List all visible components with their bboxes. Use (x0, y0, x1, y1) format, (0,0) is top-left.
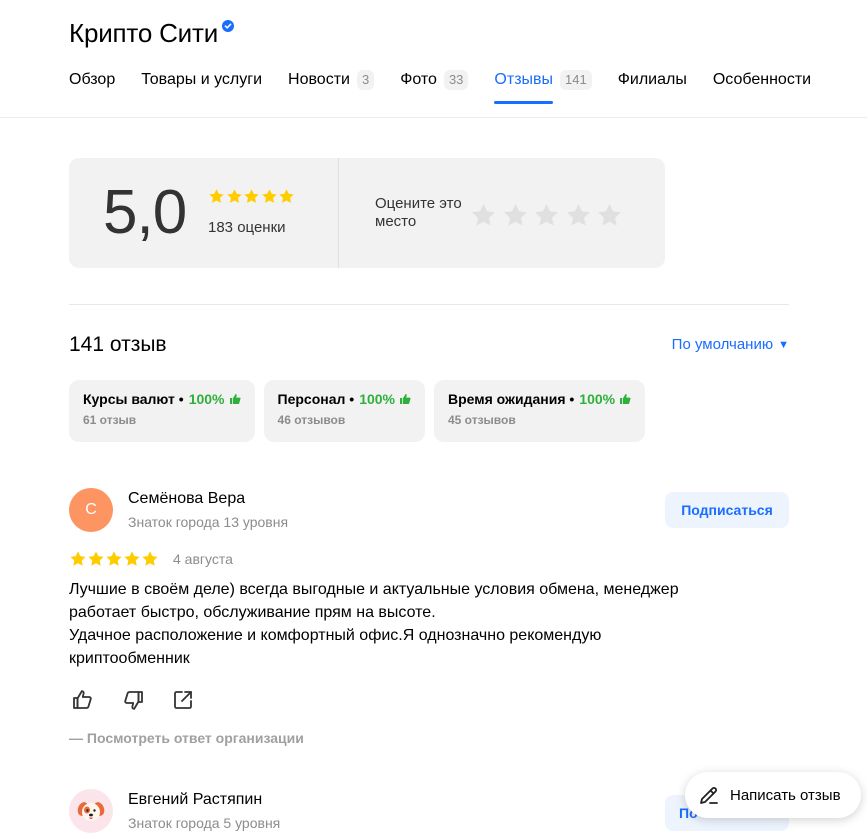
like-icon[interactable] (71, 688, 95, 712)
tab-features[interactable]: Особенности (713, 66, 811, 94)
reviewer-level: Знаток города 5 уровня (128, 815, 281, 831)
avatar[interactable]: С (69, 488, 113, 532)
rating-summary-card: 5,0 183 оценки Оцените это место (69, 158, 665, 268)
tab-count-badge: 3 (356, 70, 375, 90)
caret-down-icon: ▼ (778, 338, 789, 351)
review-stars (69, 550, 159, 568)
rating-stars (208, 188, 296, 205)
rate-prompt: Оцените это место (375, 195, 462, 230)
aspect-chip-rates[interactable]: Курсы валют • 100% 61 отзыв (69, 380, 255, 442)
page-title: Крипто Сити (69, 18, 219, 48)
review-text-line: работает быстро, обслуживание прям на вы… (69, 604, 436, 621)
reviewer-level: Знаток города 13 уровня (128, 514, 289, 530)
tab-branches[interactable]: Филиалы (618, 66, 687, 94)
tab-label: Фото (400, 71, 437, 88)
star-icon (261, 189, 277, 203)
dislike-icon[interactable] (121, 688, 145, 712)
thumb-up-icon (229, 394, 241, 404)
tab-bar: Обзор Товары и услуги Новости 3 Фото 33 … (69, 66, 837, 104)
rating-value: 5,0 (103, 178, 187, 247)
empty-star-icon[interactable] (596, 202, 623, 229)
avatar[interactable] (69, 789, 113, 833)
page-header: Крипто Сити (69, 16, 235, 50)
aspect-count: 45 отзывов (448, 413, 516, 427)
star-icon (244, 189, 259, 203)
aspect-percent: 100% (579, 391, 616, 407)
tab-overview[interactable]: Обзор (69, 66, 115, 94)
view-org-reply-link[interactable]: — Посмотреть ответ организации (69, 730, 304, 746)
tab-count-badge: 141 (560, 70, 592, 90)
star-icon (124, 551, 140, 566)
empty-star-icon[interactable] (502, 202, 529, 229)
review-text-line: криптообменник (69, 650, 190, 667)
aspect-percent: 100% (359, 391, 395, 407)
section-divider (69, 304, 789, 305)
tab-reviews[interactable]: Отзывы 141 (494, 66, 592, 104)
aspect-percent: 100% (188, 391, 225, 407)
tab-label: Отзывы (494, 71, 554, 88)
bullet: • (345, 391, 355, 407)
reviewer-name[interactable]: Евгений Растяпин (128, 791, 262, 809)
card-divider (338, 158, 339, 268)
empty-star-icon[interactable] (565, 202, 592, 229)
review-actions (71, 688, 221, 712)
tab-label: Обзор (69, 71, 116, 88)
tab-news[interactable]: Новости 3 (288, 66, 375, 94)
write-review-button[interactable]: Написать отзыв (685, 772, 861, 818)
star-icon (88, 551, 104, 566)
aspect-filters: Курсы валют • 100% 61 отзыв Персонал • 1… (69, 380, 654, 442)
thumb-up-icon (400, 394, 411, 404)
star-icon (209, 189, 224, 203)
review-text: Лучшие в своём деле) всегда выгодные и а… (69, 578, 789, 670)
puppy-avatar-icon (77, 802, 105, 821)
thumb-up-icon (620, 394, 631, 404)
tab-label: Новости (288, 71, 350, 88)
sort-dropdown[interactable]: По умолчанию ▼ (672, 336, 789, 353)
sort-label: По умолчанию (671, 336, 774, 353)
tab-label: Филиалы (617, 71, 687, 88)
reviews-count-title: 141 отзыв (69, 333, 167, 356)
aspect-count: 46 отзывов (277, 413, 346, 427)
star-icon (279, 189, 294, 203)
star-icon (70, 551, 86, 566)
empty-star-icon[interactable] (470, 202, 497, 229)
bullet: • (174, 391, 184, 407)
aspect-chip-staff[interactable]: Персонал • 100% 46 отзывов (263, 380, 425, 442)
share-icon[interactable] (171, 688, 195, 712)
header-divider (0, 117, 867, 118)
reviewer-name[interactable]: Семёнова Вера (128, 490, 245, 508)
verified-badge-icon (222, 20, 235, 32)
aspect-label: Курсы валют (83, 391, 175, 407)
star-icon (226, 189, 242, 203)
aspect-count: 61 отзыв (83, 413, 137, 427)
tab-count-badge: 33 (443, 70, 469, 90)
write-review-label: Написать отзыв (730, 786, 841, 804)
review-text-line: Лучшие в своём деле) всегда выгодные и а… (69, 581, 679, 598)
star-icon (106, 551, 122, 566)
bullet: • (565, 391, 575, 407)
tab-goods-services[interactable]: Товары и услуги (141, 66, 262, 94)
aspect-label: Время ожидания (448, 391, 566, 407)
tab-label: Товары и услуги (141, 71, 263, 88)
rate-stars-input (470, 202, 628, 229)
tab-label: Особенности (712, 71, 812, 88)
review-date: 4 августа (173, 551, 233, 567)
star-icon (142, 551, 158, 566)
tab-photos[interactable]: Фото 33 (400, 66, 469, 94)
avatar-initial: С (85, 501, 97, 518)
subscribe-button[interactable]: Подписаться (665, 492, 789, 528)
pencil-icon (700, 787, 718, 804)
aspect-chip-wait-time[interactable]: Время ожидания • 100% 45 отзывов (434, 380, 646, 442)
review-text-line: Удачное расположение и комфортный офис.Я… (69, 627, 602, 644)
rating-count: 183 оценки (208, 219, 286, 236)
aspect-label: Персонал (277, 391, 346, 407)
empty-star-icon[interactable] (533, 202, 560, 229)
